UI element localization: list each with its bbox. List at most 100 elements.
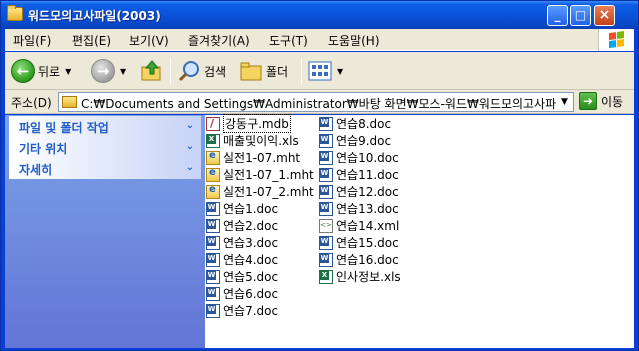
file-name: 연습13.doc — [336, 202, 399, 216]
toolbar-separator — [301, 58, 302, 84]
forward-button[interactable]: → ▼ — [91, 57, 126, 85]
file-item[interactable]: 인사정보.xls — [319, 268, 401, 285]
file-name: 연습9.doc — [336, 134, 392, 148]
address-label: 주소(D) — [11, 96, 52, 110]
file-name: 인사정보.xls — [336, 270, 401, 284]
mht-icon — [206, 150, 220, 165]
doc-icon — [319, 252, 333, 267]
folders-button[interactable]: 폴더 — [239, 57, 288, 85]
file-name: 연습3.doc — [223, 236, 279, 250]
file-item[interactable]: 연습15.doc — [319, 234, 401, 251]
file-name: 실전1-07.mht — [223, 151, 301, 165]
up-folder-button[interactable] — [140, 57, 164, 85]
file-item[interactable]: 연습5.doc — [206, 268, 314, 285]
mdb-icon — [206, 116, 220, 131]
back-button[interactable]: ← 뒤로 ▼ — [11, 57, 71, 85]
menu-file[interactable]: 파일(F) — [13, 32, 51, 49]
task-section-file-folder[interactable]: 파일 및 폴더 작업 ⌄ — [9, 116, 201, 137]
doc-icon — [206, 303, 220, 318]
menu-bar: 파일(F) 편집(E) 보기(V) 즐겨찾기(A) 도구(T) 도움말(H) — [5, 29, 634, 51]
go-label: 이동 — [601, 94, 624, 109]
menu-help[interactable]: 도움말(H) — [328, 32, 380, 49]
title-bar[interactable]: 워드모의고사파일(2003) _ □ × — [1, 1, 638, 29]
chevron-down-icon[interactable]: ▼ — [65, 67, 71, 76]
forward-arrow-icon: → — [91, 59, 115, 83]
chevron-down-icon[interactable]: ⌄ — [183, 140, 197, 154]
menu-tools[interactable]: 도구(T) — [269, 32, 308, 49]
doc-icon — [319, 235, 333, 250]
close-button[interactable]: × — [594, 5, 615, 26]
file-name: 강동구.mdb — [223, 114, 291, 133]
task-section-details[interactable]: 자세히 ⌄ — [9, 158, 201, 179]
doc-icon — [319, 116, 333, 131]
file-name: 연습10.doc — [336, 151, 399, 165]
doc-icon — [206, 286, 220, 301]
chevron-down-icon[interactable]: ⌄ — [183, 119, 197, 133]
search-button[interactable]: 검색 — [177, 57, 226, 85]
chevron-down-icon[interactable]: ⌄ — [183, 161, 197, 175]
standard-toolbar: ← 뒤로 ▼ → ▼ 검색 폴더 ▼ — [5, 52, 634, 90]
xls-icon — [319, 269, 333, 284]
window-title: 워드모의고사파일(2003) — [28, 9, 161, 23]
address-path: C:₩Documents and Settings₩Administrator₩… — [81, 97, 568, 111]
task-section-other-places[interactable]: 기타 위치 ⌄ — [9, 137, 201, 158]
windows-logo — [598, 29, 634, 51]
file-column-1: 강동구.mdb매출및이익.xls 실전1-07.mht 실전1-07_1.mht 실전… — [206, 114, 314, 319]
file-name: 실전1-07_2.mht — [223, 185, 314, 199]
file-item[interactable]: 강동구.mdb — [206, 114, 314, 133]
chevron-down-icon[interactable]: ▼ — [337, 67, 343, 76]
views-icon — [308, 61, 332, 81]
maximize-button[interactable]: □ — [570, 5, 591, 26]
task-section-label: 자세히 — [19, 163, 53, 177]
menu-favorites[interactable]: 즐겨찾기(A) — [188, 32, 250, 49]
chevron-down-icon[interactable]: ▼ — [556, 93, 573, 111]
address-input[interactable]: C:₩Documents and Settings₩Administrator₩… — [58, 92, 574, 112]
file-item[interactable]: 연습16.doc — [319, 251, 401, 268]
file-item[interactable]: 연습2.doc — [206, 217, 314, 234]
file-item[interactable]: 연습14.xml — [319, 217, 401, 234]
menu-view[interactable]: 보기(V) — [129, 32, 169, 49]
file-name: 연습11.doc — [336, 168, 399, 182]
mht-icon — [206, 184, 220, 199]
go-button[interactable]: ➜ 이동 — [579, 92, 623, 110]
doc-icon — [319, 201, 333, 216]
file-name: 연습1.doc — [223, 202, 279, 216]
file-name: 연습5.doc — [223, 270, 279, 284]
doc-icon — [206, 218, 220, 233]
file-item[interactable]: 연습10.doc — [319, 149, 401, 166]
file-item[interactable]: 연습4.doc — [206, 251, 314, 268]
file-item[interactable]: 실전1-07_1.mht — [206, 166, 314, 183]
toolbar-separator — [170, 58, 171, 84]
minimize-button[interactable]: _ — [547, 5, 568, 26]
doc-icon — [206, 269, 220, 284]
file-name: 매출및이익.xls — [223, 134, 299, 148]
file-item[interactable]: 연습1.doc — [206, 200, 314, 217]
file-item[interactable]: 연습9.doc — [319, 132, 401, 149]
file-item[interactable]: 연습12.doc — [319, 183, 401, 200]
file-item[interactable]: 실전1-07.mht — [206, 149, 314, 166]
file-item[interactable]: 연습8.doc — [319, 115, 401, 132]
xml-icon — [319, 218, 333, 233]
file-item[interactable]: 연습13.doc — [319, 200, 401, 217]
file-name: 연습6.doc — [223, 287, 279, 301]
file-name: 연습15.doc — [336, 236, 399, 250]
doc-icon — [206, 201, 220, 216]
task-section-label: 파일 및 폴더 작업 — [19, 121, 109, 135]
explorer-window: 워드모의고사파일(2003) _ □ × 파일(F) 편집(E) 보기(V) 즐… — [0, 0, 639, 351]
file-item[interactable]: 연습11.doc — [319, 166, 401, 183]
xls-icon — [206, 133, 220, 148]
file-item[interactable]: 연습6.doc — [206, 285, 314, 302]
file-item[interactable]: 연습3.doc — [206, 234, 314, 251]
file-name: 연습2.doc — [223, 219, 279, 233]
file-name: 연습8.doc — [336, 117, 392, 131]
doc-icon — [319, 150, 333, 165]
file-item[interactable]: 실전1-07_2.mht — [206, 183, 314, 200]
address-bar: 주소(D) C:₩Documents and Settings₩Administ… — [5, 90, 634, 114]
file-column-2: 연습8.doc 연습9.doc 연습10.doc 연습11.doc 연습12.doc 연습… — [319, 115, 401, 285]
menu-edit[interactable]: 편집(E) — [72, 32, 111, 49]
file-item[interactable]: 매출및이익.xls — [206, 132, 314, 149]
chevron-down-icon[interactable]: ▼ — [120, 67, 126, 76]
file-item[interactable]: 연습7.doc — [206, 302, 314, 319]
views-button[interactable]: ▼ — [308, 57, 343, 85]
doc-icon — [319, 184, 333, 199]
